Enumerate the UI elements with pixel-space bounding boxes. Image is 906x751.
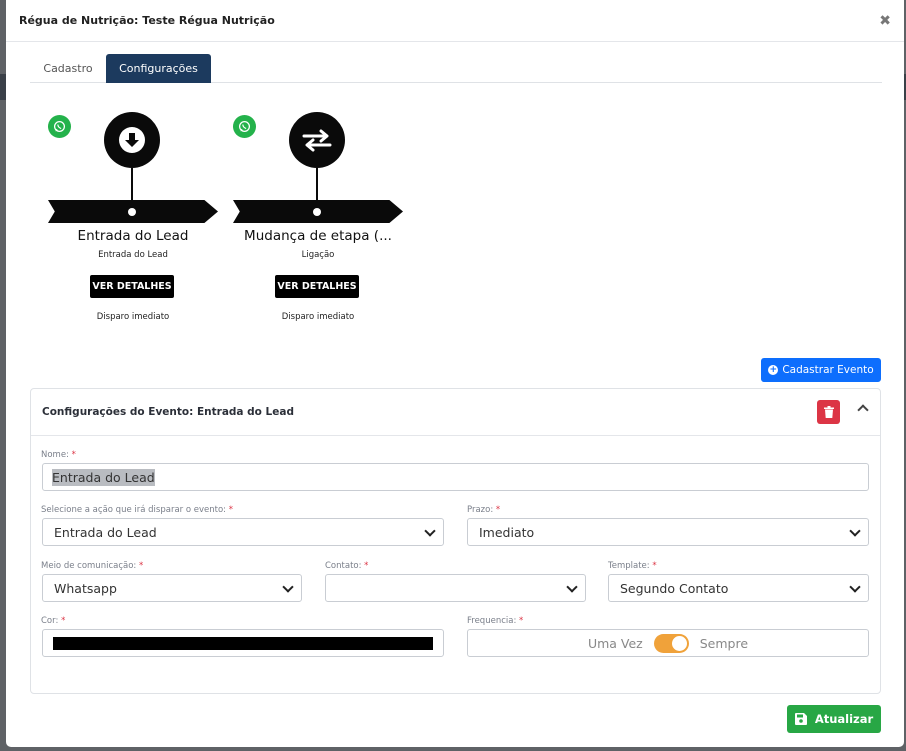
event-title: Entrada do Lead [77, 228, 189, 244]
template-select[interactable]: Segundo Contato [608, 574, 869, 602]
frequencia-option-left: Uma Vez [587, 635, 643, 651]
whatsapp-icon [233, 115, 256, 138]
chevron-down-icon [849, 525, 861, 537]
acao-label: Selecione a ação que irá disparar o even… [41, 505, 233, 515]
timeline-dot [313, 208, 321, 216]
cadastrar-evento-label: Cadastrar Evento [782, 364, 874, 376]
meio-label: Meio de comunicação: * [41, 561, 144, 571]
prazo-select[interactable]: Imediato [467, 518, 869, 546]
meio-select[interactable]: Whatsapp [42, 574, 302, 602]
prazo-value: Imediato [479, 524, 535, 540]
acao-select[interactable]: Entrada do Lead [42, 518, 444, 546]
frequencia-toggle-switch[interactable] [653, 633, 689, 653]
collapse-chevron-up-icon[interactable] [857, 404, 869, 416]
contato-select[interactable] [325, 574, 586, 602]
atualizar-button[interactable]: Atualizar [787, 705, 881, 733]
tab-cadastro[interactable]: Cadastro [32, 54, 104, 83]
nome-value: Entrada do Lead [52, 468, 155, 486]
frequencia-toggle-field: Uma Vez Sempre [467, 629, 869, 657]
event-title: Mudança de etapa (... [244, 228, 392, 244]
modal-header: Régua de Nutrição: Teste Régua Nutrição … [6, 0, 904, 42]
event-footer: Disparo imediato [281, 312, 355, 322]
event-footer: Disparo imediato [96, 312, 170, 322]
cadastrar-evento-button[interactable]: + Cadastrar Evento [761, 358, 881, 382]
plus-circle-icon: + [768, 364, 779, 375]
save-icon [794, 713, 807, 725]
nome-input[interactable]: Entrada do Lead [42, 463, 869, 491]
toggle-knob [671, 635, 687, 651]
color-swatch [53, 636, 433, 650]
modal-title: Régua de Nutrição: Teste Régua Nutrição [19, 14, 275, 27]
exchange-arrows-icon [289, 112, 345, 168]
color-picker-input[interactable] [42, 629, 444, 657]
chevron-down-icon [849, 581, 861, 593]
frequencia-label: Frequencia: * [467, 616, 524, 626]
trash-icon [823, 406, 834, 418]
contato-label: Contato: * [325, 561, 369, 571]
close-icon[interactable]: ✖ [879, 13, 891, 29]
arrow-down-circle-icon [104, 112, 160, 168]
timeline-dot [128, 208, 136, 216]
template-value: Segundo Contato [620, 580, 729, 596]
chevron-down-icon [566, 581, 578, 593]
meio-value: Whatsapp [54, 580, 117, 596]
prazo-label: Prazo: * [467, 505, 501, 515]
tab-configuracoes[interactable]: Configurações [106, 54, 211, 83]
whatsapp-icon [48, 115, 71, 138]
delete-event-button[interactable] [817, 400, 840, 424]
event-config-title: Configurações do Evento: Entrada do Lead [42, 406, 294, 418]
chevron-down-icon [282, 581, 294, 593]
event-subtitle: Ligação [301, 250, 335, 260]
ver-detalhes-button[interactable]: VER DETALHES [275, 275, 359, 298]
event-config-header: Configurações do Evento: Entrada do Lead [31, 389, 880, 436]
modal-dialog: Régua de Nutrição: Teste Régua Nutrição … [6, 0, 904, 747]
atualizar-label: Atualizar [814, 712, 874, 726]
ver-detalhes-button[interactable]: VER DETALHES [90, 275, 174, 298]
template-label: Template: * [608, 561, 657, 571]
chevron-down-icon [424, 525, 436, 537]
tab-bar: Cadastro Configurações [30, 54, 882, 83]
cor-label: Cor: * [41, 616, 66, 626]
acao-value: Entrada do Lead [54, 524, 157, 540]
event-subtitle: Entrada do Lead [98, 250, 168, 260]
nome-label: Nome: * [41, 450, 76, 460]
frequencia-option-right: Sempre [699, 635, 749, 651]
